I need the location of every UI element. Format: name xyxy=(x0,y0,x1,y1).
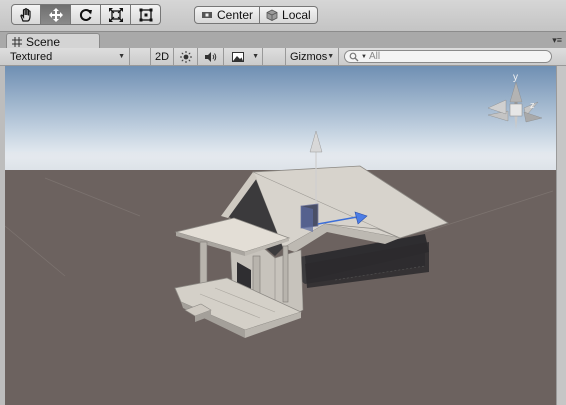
cube-icon xyxy=(266,9,278,21)
rotate-tool-button[interactable] xyxy=(71,4,101,25)
rect-tool-button[interactable] xyxy=(131,4,161,25)
gizmos-dropdown[interactable]: Gizmos ▼ xyxy=(285,48,339,65)
gizmos-caret-icon: ▼ xyxy=(327,53,335,60)
gizmos-label: Gizmos xyxy=(290,50,328,63)
pivot-icon xyxy=(202,12,212,18)
toggle-2d-button[interactable]: 2D xyxy=(150,48,174,65)
scene-toolbar: Textured ▼ 2D ▼ Gizmos ▼ ▼ All xyxy=(0,48,566,66)
tab-bar: Scene ▾≡ xyxy=(0,31,566,49)
toggle-2d-label: 2D xyxy=(154,50,170,63)
gizmo-y-label: y xyxy=(513,72,518,83)
scene-viewport[interactable]: y z xyxy=(5,66,556,405)
lighting-toggle-button[interactable] xyxy=(174,48,198,65)
transform-tools xyxy=(11,4,161,25)
gizmo-z-label: z xyxy=(530,100,535,110)
tab-scene-label: Scene xyxy=(26,34,61,49)
space-local-label: Local xyxy=(282,8,311,22)
rotate-icon xyxy=(79,8,92,21)
search-icon xyxy=(349,52,359,61)
draw-mode-caret-icon: ▼ xyxy=(118,53,125,60)
search-filter-caret-icon: ▼ xyxy=(361,53,367,60)
space-local-button[interactable]: Local xyxy=(260,6,318,24)
hand-tool-button[interactable] xyxy=(11,4,41,25)
audio-toggle-button[interactable] xyxy=(198,48,224,65)
effects-dropdown[interactable]: ▼ xyxy=(229,48,263,65)
move-icon xyxy=(48,7,63,22)
tab-scene[interactable]: Scene xyxy=(6,33,100,49)
rect-icon xyxy=(139,8,152,21)
sun-icon xyxy=(179,50,192,63)
tab-menu-icon[interactable]: ▾≡ xyxy=(552,35,562,46)
grid-icon xyxy=(12,36,22,47)
search-placeholder: All xyxy=(368,51,381,62)
scale-tool-button[interactable] xyxy=(101,4,131,25)
pivot-center-label: Center xyxy=(217,8,254,22)
sky xyxy=(5,66,556,170)
hand-icon xyxy=(20,7,31,22)
pivot-center-button[interactable]: Center xyxy=(194,6,261,24)
draw-mode-label: Textured xyxy=(10,50,53,63)
draw-mode-dropdown[interactable]: Textured ▼ xyxy=(10,48,130,65)
speaker-icon xyxy=(204,51,216,62)
scale-icon xyxy=(108,7,123,22)
move-tool-button[interactable] xyxy=(41,4,71,25)
effects-caret-icon: ▼ xyxy=(252,53,259,60)
scene-search-input[interactable]: ▼ All xyxy=(344,50,552,63)
image-icon xyxy=(232,51,244,62)
main-toolbar: Center Local xyxy=(0,0,566,31)
viewport-scrollbar[interactable] xyxy=(556,66,566,405)
pivot-controls: Center Local xyxy=(194,6,318,24)
